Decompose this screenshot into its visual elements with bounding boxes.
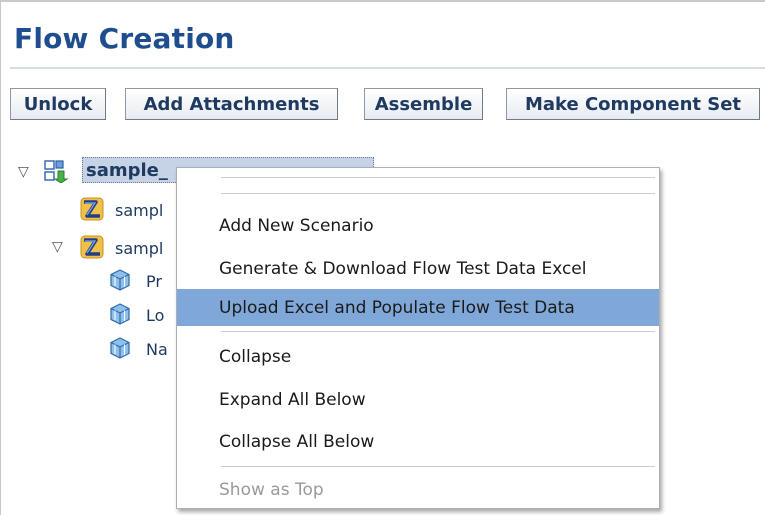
menu-item-generate-download-excel[interactable]: Generate & Download Flow Test Data Excel [177, 250, 659, 287]
menu-item-show-as-top: Show as Top [219, 479, 324, 500]
tree-item-label[interactable]: sampl [115, 201, 175, 220]
component-cube-icon [110, 337, 130, 359]
scenario-icon [80, 235, 104, 259]
menu-separator [221, 177, 655, 181]
title-divider [10, 67, 765, 69]
assemble-button[interactable]: Assemble [364, 88, 483, 120]
context-menu: Add New Scenario Generate & Download Flo… [176, 167, 660, 509]
tree-item-label[interactable]: Pr [146, 272, 176, 291]
tree-item-label[interactable]: Lo [146, 306, 176, 325]
component-cube-icon [110, 269, 130, 291]
tree-item-label[interactable]: Na [146, 340, 176, 359]
menu-item-collapse-all-below[interactable]: Collapse All Below [177, 423, 659, 460]
menu-item-add-new-scenario[interactable]: Add New Scenario [177, 207, 659, 244]
flow-icon [44, 160, 69, 183]
menu-item-upload-excel[interactable]: Upload Excel and Populate Flow Test Data [177, 289, 659, 326]
frame-left-border [0, 0, 1, 515]
make-component-set-button[interactable]: Make Component Set [506, 88, 760, 120]
tree-root-label[interactable]: sample_ [86, 160, 176, 181]
menu-separator [221, 193, 655, 197]
component-cube-icon [110, 303, 130, 325]
menu-item-collapse[interactable]: Collapse [177, 338, 659, 375]
menu-item-expand-all-below[interactable]: Expand All Below [177, 381, 659, 418]
menu-separator [221, 331, 655, 335]
add-attachments-button[interactable]: Add Attachments [125, 88, 338, 120]
unlock-button[interactable]: Unlock [10, 88, 106, 120]
menu-separator [221, 466, 655, 470]
frame-top-border [0, 0, 765, 2]
page-title: Flow Creation [14, 22, 235, 55]
tree-item-label[interactable]: sampl [115, 239, 175, 258]
expand-triangle-icon[interactable]: ▽ [18, 165, 29, 179]
expand-triangle-icon[interactable]: ▽ [52, 240, 63, 254]
scenario-icon [80, 197, 104, 221]
